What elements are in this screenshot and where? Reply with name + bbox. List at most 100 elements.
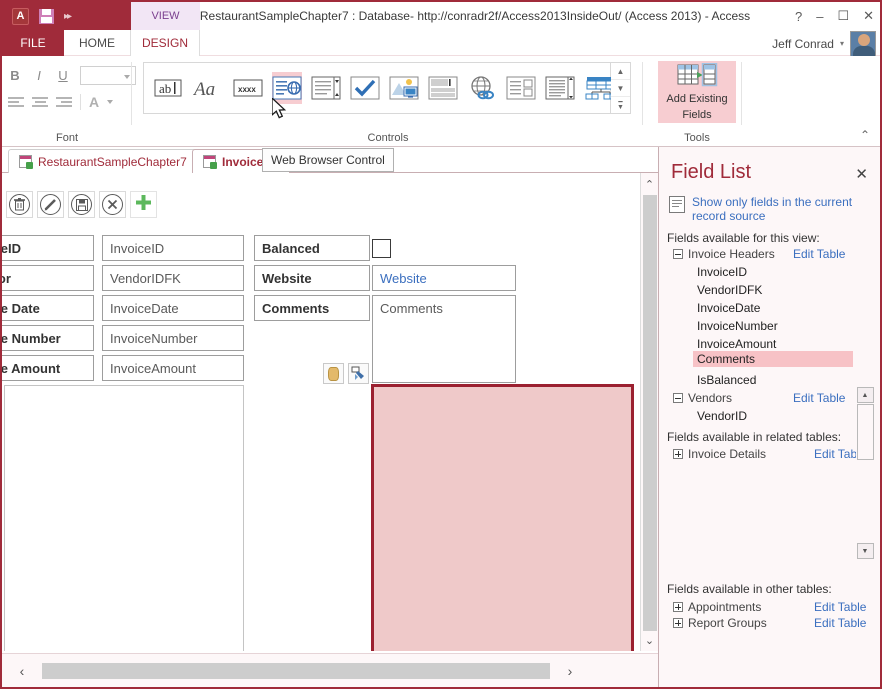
bold-button[interactable]: B bbox=[8, 68, 22, 83]
chevron-down-icon[interactable] bbox=[107, 100, 114, 104]
italic-button[interactable]: I bbox=[32, 68, 46, 83]
table-node-appointments[interactable]: Appointments bbox=[673, 600, 761, 614]
canvas-horizontal-scrollbar[interactable]: ‹ › bbox=[2, 653, 660, 687]
form-label-vendor[interactable]: ndor bbox=[2, 265, 94, 291]
attachment-control[interactable] bbox=[428, 72, 458, 104]
close-field-list-button[interactable]: ✕ bbox=[855, 165, 868, 183]
label-control[interactable]: Aa bbox=[192, 72, 224, 104]
format-painter-icon[interactable] bbox=[348, 363, 369, 384]
tab-file[interactable]: FILE bbox=[2, 30, 64, 56]
add-existing-fields-button[interactable]: Add Existing Fields bbox=[658, 61, 736, 123]
avatar[interactable] bbox=[850, 30, 876, 57]
maximize-button[interactable]: ☐ bbox=[837, 8, 849, 24]
table-node-report-groups[interactable]: Report Groups bbox=[673, 616, 767, 630]
canvas-vertical-scrollbar[interactable]: ⌃ ⌄ bbox=[640, 173, 658, 651]
scroll-right-button[interactable]: › bbox=[550, 663, 590, 679]
tab-design[interactable]: DESIGN bbox=[130, 30, 200, 56]
minimize-button[interactable]: – bbox=[816, 9, 823, 24]
field-item-invoiceid[interactable]: InvoiceID bbox=[697, 265, 747, 279]
data-source-icon[interactable] bbox=[323, 363, 344, 384]
table-node-vendors[interactable]: Vendors bbox=[673, 391, 732, 405]
edit-table-link-vendors[interactable]: Edit Table bbox=[793, 391, 845, 405]
collapse-icon[interactable] bbox=[673, 393, 683, 403]
text-box-control[interactable]: ab bbox=[153, 72, 183, 104]
edit-table-link-invoice-headers[interactable]: Edit Table bbox=[793, 247, 845, 261]
help-button[interactable]: ? bbox=[795, 9, 802, 24]
align-left-icon[interactable] bbox=[8, 96, 24, 108]
combo-box-control[interactable] bbox=[311, 72, 341, 104]
field-list-scroll-thumb[interactable] bbox=[856, 404, 874, 460]
subform-control[interactable] bbox=[506, 72, 536, 104]
form-field-vendoridfk[interactable]: VendorIDFK bbox=[102, 265, 244, 291]
button-control[interactable]: xxxx bbox=[233, 72, 263, 104]
align-right-icon[interactable] bbox=[56, 96, 72, 108]
gallery-scroll-down-button[interactable]: ▼ bbox=[611, 79, 630, 96]
gallery-more-button[interactable]: ━ ▼ bbox=[611, 96, 630, 113]
form-checkbox-isbalanced[interactable] bbox=[372, 239, 391, 258]
field-list-scroll-down-button[interactable]: ▼ bbox=[856, 543, 874, 559]
form-label-invoice-number[interactable]: oice Number bbox=[2, 325, 94, 351]
form-design-canvas[interactable]: oiceID ndor oice Date oice Number oice A… bbox=[2, 173, 642, 651]
field-item-comments[interactable]: Comments bbox=[693, 351, 853, 367]
expand-icon[interactable] bbox=[673, 618, 683, 628]
field-list-scroll-up-button[interactable]: ▲ bbox=[856, 387, 874, 403]
field-list-scrollbar[interactable]: ▲ ▼ bbox=[856, 387, 874, 559]
form-label-invoiceid[interactable]: oiceID bbox=[2, 235, 94, 261]
form-label-invoice-date[interactable]: oice Date bbox=[2, 295, 94, 321]
subform-placeholder[interactable] bbox=[4, 385, 244, 651]
expand-icon[interactable] bbox=[673, 449, 683, 459]
image-control[interactable] bbox=[389, 72, 419, 104]
check-box-control[interactable] bbox=[350, 72, 380, 104]
form-label-website[interactable]: Website bbox=[254, 265, 370, 291]
font-color-button[interactable]: A bbox=[89, 94, 99, 110]
scroll-down-button[interactable]: ⌄ bbox=[641, 629, 658, 651]
form-field-invoiceid[interactable]: InvoiceID bbox=[102, 235, 244, 261]
cancel-button[interactable] bbox=[99, 191, 126, 218]
form-field-invoicedate[interactable]: InvoiceDate bbox=[102, 295, 244, 321]
controls-gallery-scrollbar[interactable]: ▲ ▼ ━ ▼ bbox=[611, 62, 631, 114]
save-icon[interactable] bbox=[39, 8, 54, 24]
form-field-invoicenumber[interactable]: InvoiceNumber bbox=[102, 325, 244, 351]
align-center-icon[interactable] bbox=[32, 96, 48, 108]
edit-table-link-report-groups[interactable]: Edit Table bbox=[814, 616, 866, 630]
table-node-invoice-details[interactable]: Invoice Details bbox=[673, 447, 766, 461]
field-item-isbalanced[interactable]: IsBalanced bbox=[697, 373, 756, 387]
edit-table-link-appointments[interactable]: Edit Table bbox=[814, 600, 866, 614]
field-item-invoiceamount[interactable]: InvoiceAmount bbox=[697, 337, 776, 351]
access-app-icon[interactable]: A bbox=[12, 7, 29, 25]
scroll-left-button[interactable]: ‹ bbox=[2, 663, 42, 679]
field-item-vendorid[interactable]: VendorID bbox=[697, 409, 747, 423]
form-field-invoiceamount[interactable]: InvoiceAmount bbox=[102, 355, 244, 381]
field-item-invoicedate[interactable]: InvoiceDate bbox=[697, 301, 760, 315]
add-record-button[interactable] bbox=[130, 191, 157, 218]
collapse-icon[interactable] bbox=[673, 249, 683, 259]
customize-qat-icon[interactable]: ▸▸ bbox=[64, 11, 72, 22]
gallery-scroll-up-button[interactable]: ▲ bbox=[611, 63, 630, 79]
form-field-website[interactable]: Website bbox=[372, 265, 516, 291]
horizontal-scroll-thumb[interactable] bbox=[42, 662, 550, 679]
chevron-down-icon[interactable]: ▾ bbox=[840, 39, 844, 48]
tab-view[interactable]: VIEW bbox=[130, 2, 200, 30]
field-item-vendoridfk[interactable]: VendorIDFK bbox=[697, 283, 762, 297]
show-only-current-record-source[interactable]: Show only fields in the current record s… bbox=[669, 195, 870, 223]
form-field-comments[interactable]: Comments bbox=[372, 295, 516, 383]
font-size-input[interactable] bbox=[80, 66, 136, 85]
expand-icon[interactable] bbox=[673, 602, 683, 612]
user-account-area[interactable]: Jeff Conrad ▾ bbox=[772, 30, 876, 57]
underline-button[interactable]: U bbox=[56, 68, 70, 83]
list-box-control[interactable] bbox=[545, 72, 575, 104]
scroll-up-button[interactable]: ⌃ bbox=[641, 173, 658, 195]
form-label-comments[interactable]: Comments bbox=[254, 295, 370, 321]
tab-home[interactable]: HOME bbox=[64, 30, 130, 56]
collapse-ribbon-button[interactable]: ⌃ bbox=[860, 128, 870, 142]
close-button[interactable]: ✕ bbox=[863, 8, 874, 24]
form-label-balanced[interactable]: Balanced bbox=[254, 235, 370, 261]
edit-record-button[interactable] bbox=[37, 191, 64, 218]
save-record-button[interactable] bbox=[68, 191, 95, 218]
web-browser-control-selected[interactable] bbox=[371, 384, 634, 651]
delete-record-button[interactable] bbox=[6, 191, 33, 218]
form-label-invoice-amount[interactable]: oice Amount bbox=[2, 355, 94, 381]
table-node-invoice-headers[interactable]: Invoice Headers bbox=[673, 247, 775, 261]
document-tab-restaurantsamplechapter7[interactable]: RestaurantSampleChapter7 bbox=[8, 149, 198, 173]
vertical-scroll-thumb[interactable] bbox=[642, 195, 657, 631]
